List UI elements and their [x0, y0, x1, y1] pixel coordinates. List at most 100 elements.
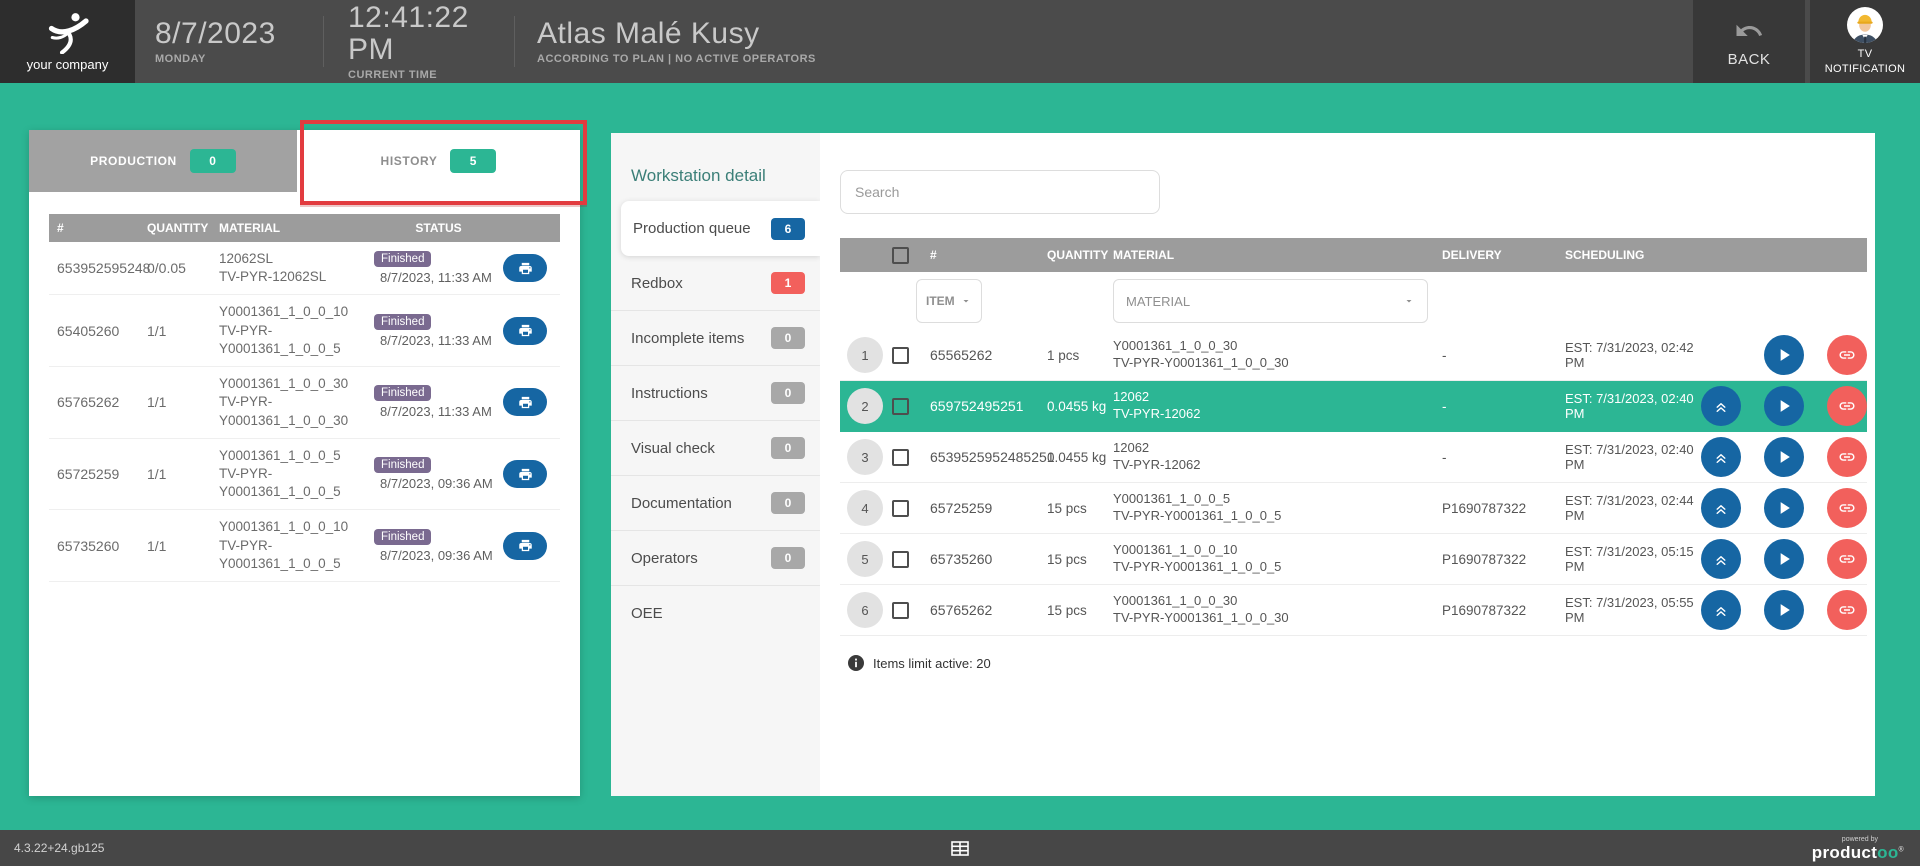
printer-icon [518, 323, 533, 338]
history-row: 653952595248 0/0.05 12062SL TV-PYR-12062… [49, 242, 560, 295]
queue-position-badge: 2 [847, 388, 883, 424]
order-status: Finished 8/7/2023, 11:33 AM [374, 385, 503, 419]
link-button[interactable] [1827, 335, 1867, 375]
print-button[interactable] [503, 254, 547, 282]
material-code: Y0001361_1_0_0_30 [219, 375, 364, 393]
history-panel: PRODUCTION 0 HISTORY 5 # QUANTITY MATERI… [29, 130, 580, 796]
link-button[interactable] [1827, 590, 1867, 630]
delivery-value: - [1442, 399, 1565, 414]
link-button[interactable] [1827, 386, 1867, 426]
row-checkbox[interactable] [892, 449, 909, 466]
priority-button[interactable] [1701, 386, 1741, 426]
tab-history-count-badge: 5 [450, 149, 496, 173]
print-button[interactable] [503, 388, 547, 416]
delivery-value: - [1442, 450, 1565, 465]
queue-row[interactable]: 6 65765262 15 pcs Y0001361_1_0_0_30 TV-P… [840, 585, 1867, 636]
delivery-value: P1690787322 [1442, 603, 1565, 618]
row-checkbox[interactable] [892, 500, 909, 517]
chevron-down-icon [960, 295, 972, 307]
status-time: 8/7/2023, 11:33 AM [374, 333, 492, 348]
material-code-secondary: TV-PYR-12062 [1113, 406, 1432, 423]
row-checkbox[interactable] [892, 551, 909, 568]
order-quantity: 1/1 [147, 538, 219, 554]
priority-button[interactable] [1701, 539, 1741, 579]
order-material: Y0001361_1_0_0_30 TV-PYR-Y0001361_1_0_0_… [1113, 593, 1442, 627]
row-checkbox[interactable] [892, 347, 909, 364]
start-button[interactable] [1764, 590, 1804, 630]
status-time: 8/7/2023, 11:33 AM [374, 404, 492, 419]
row-checkbox[interactable] [892, 398, 909, 415]
queue-row[interactable]: 3 6539525952485251 0.0455 kg 12062 TV-PY… [840, 432, 1867, 483]
menu-item-incomplete-items[interactable]: Incomplete items 0 [611, 311, 820, 366]
start-button[interactable] [1764, 488, 1804, 528]
tv-notification-label: TV NOTIFICATION [1820, 47, 1910, 77]
material-filter-dropdown[interactable]: MATERIAL [1113, 279, 1428, 323]
item-filter-dropdown[interactable]: ITEM [916, 279, 982, 323]
print-button[interactable] [503, 460, 547, 488]
order-status: Finished 8/7/2023, 09:36 AM [374, 457, 503, 491]
start-button[interactable] [1764, 386, 1804, 426]
tab-production-count-badge: 0 [190, 149, 236, 173]
menu-item-oee[interactable]: OEE [611, 586, 820, 641]
tv-notification-button[interactable]: TV NOTIFICATION [1810, 0, 1920, 83]
link-button[interactable] [1827, 539, 1867, 579]
row-checkbox[interactable] [892, 602, 909, 619]
menu-item-operators[interactable]: Operators 0 [611, 531, 820, 586]
tab-history[interactable]: HISTORY 5 [297, 130, 580, 192]
column-header-scheduling: SCHEDULING [1565, 248, 1695, 262]
column-header-delivery: DELIVERY [1442, 248, 1565, 262]
order-id: 659752495251 [930, 398, 1047, 414]
priority-button[interactable] [1701, 590, 1741, 630]
printer-icon [518, 261, 533, 276]
tab-production[interactable]: PRODUCTION 0 [29, 130, 297, 192]
start-button[interactable] [1764, 539, 1804, 579]
queue-position-badge: 4 [847, 490, 883, 526]
workstation-title-block: Atlas Malé Kusy ACCORDING TO PLAN | NO A… [537, 0, 816, 83]
order-quantity: 15 pcs [1047, 552, 1113, 567]
count-badge: 0 [771, 327, 805, 349]
menu-item-redbox[interactable]: Redbox 1 [611, 256, 820, 311]
select-all-checkbox[interactable] [892, 247, 909, 264]
link-icon [1838, 397, 1856, 415]
queue-row[interactable]: 1 65565262 1 pcs Y0001361_1_0_0_30 TV-PY… [840, 330, 1867, 381]
scheduling-value: EST: 7/31/2023, 02:40 PM [1565, 442, 1695, 472]
menu-item-visual-check[interactable]: Visual check 0 [611, 421, 820, 476]
menu-item-production-queue[interactable]: Production queue 6 [621, 201, 820, 256]
menu-item-label: Instructions [631, 385, 708, 402]
order-material: 12062 TV-PYR-12062 [1113, 389, 1442, 423]
history-row: 65765262 1/1 Y0001361_1_0_0_30 TV-PYR-Y0… [49, 367, 560, 439]
status-time: 8/7/2023, 11:33 AM [374, 270, 492, 285]
queue-row[interactable]: 4 65725259 15 pcs Y0001361_1_0_0_5 TV-PY… [840, 483, 1867, 534]
order-material: Y0001361_1_0_0_30 TV-PYR-Y0001361_1_0_0_… [1113, 338, 1442, 372]
priority-button[interactable] [1701, 488, 1741, 528]
order-quantity: 1/1 [147, 323, 219, 339]
link-button[interactable] [1827, 437, 1867, 477]
header-divider [514, 16, 515, 67]
left-tabs: PRODUCTION 0 HISTORY 5 [29, 130, 580, 192]
header-time-block: 12:41:22 PM CURRENT TIME [348, 0, 514, 83]
queue-row-selected[interactable]: 2 659752495251 0.0455 kg 12062 TV-PYR-12… [840, 381, 1867, 432]
current-date: 8/7/2023 [155, 18, 323, 50]
queue-table: # QUANTITY MATERIAL DELIVERY SCHEDULING … [840, 238, 1867, 636]
start-button[interactable] [1764, 335, 1804, 375]
delivery-value: P1690787322 [1442, 501, 1565, 516]
keyboard-grid-icon[interactable] [951, 841, 969, 856]
order-id: 653952595248 [49, 260, 147, 276]
order-quantity: 1/1 [147, 466, 219, 482]
order-material: Y0001361_1_0_0_10 TV-PYR-Y0001361_1_0_0_… [219, 303, 374, 358]
menu-item-documentation[interactable]: Documentation 0 [611, 476, 820, 531]
print-button[interactable] [503, 532, 547, 560]
back-icon [1734, 16, 1764, 46]
start-button[interactable] [1764, 437, 1804, 477]
back-button[interactable]: BACK [1693, 0, 1805, 83]
queue-row[interactable]: 5 65735260 15 pcs Y0001361_1_0_0_10 TV-P… [840, 534, 1867, 585]
print-button[interactable] [503, 317, 547, 345]
link-button[interactable] [1827, 488, 1867, 528]
priority-button[interactable] [1701, 437, 1741, 477]
menu-item-instructions[interactable]: Instructions 0 [611, 366, 820, 421]
order-id: 65765262 [930, 602, 1047, 618]
order-material: 12062SL TV-PYR-12062SL [219, 250, 374, 286]
material-code-secondary: TV-PYR-Y0001361_1_0_0_30 [1113, 355, 1432, 372]
link-icon [1838, 601, 1856, 619]
search-input[interactable] [840, 170, 1160, 214]
